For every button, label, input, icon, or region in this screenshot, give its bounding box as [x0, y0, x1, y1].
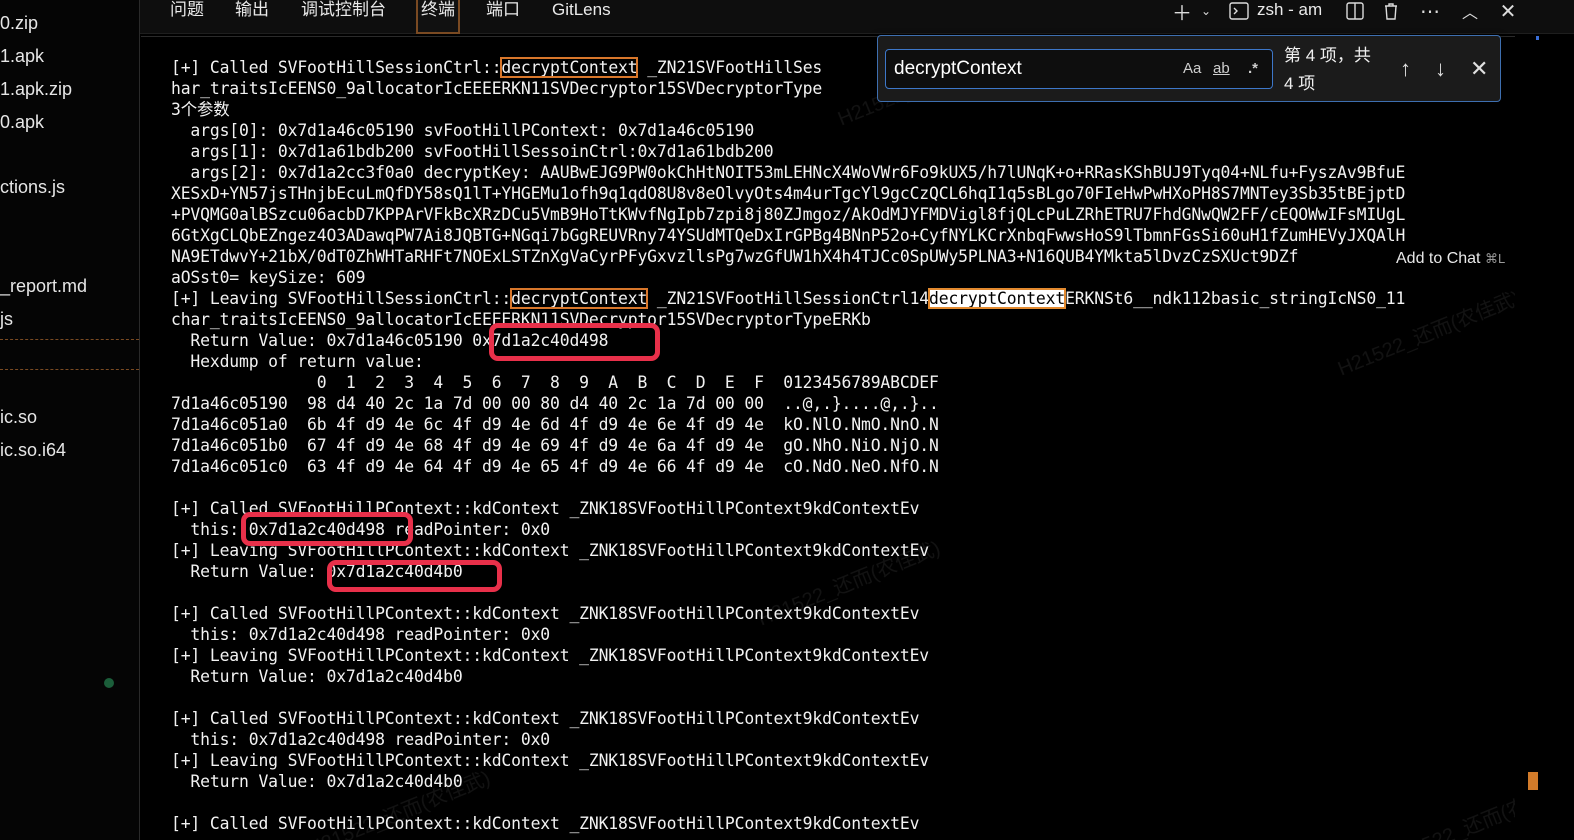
terminal-line: 3个参数: [171, 100, 230, 119]
explorer-file[interactable]: 1.apk.zip: [0, 79, 72, 100]
annotation-box: [241, 512, 413, 546]
terminal-line: args[2]: 0x7d1a2cc3f0a0 decryptKey: AAUB…: [171, 163, 1406, 182]
explorer-divider: [0, 369, 139, 370]
search-match-highlight: decryptContext: [500, 57, 639, 78]
add-to-chat-shortcut: ⌘L: [1484, 251, 1506, 266]
find-count-line2: 4 项: [1284, 74, 1316, 93]
explorer-divider: [0, 339, 139, 340]
annotation-box: [489, 323, 660, 361]
explorer-file[interactable]: 0.zip: [0, 13, 38, 34]
terminal-line: 7d1a46c051c0 63 4f d9 4e 64 4f d9 4e 65 …: [171, 457, 939, 476]
find-widget: Aa ab .* 第 4 项，共 4 项 ↑ ↓ ✕: [877, 35, 1501, 102]
terminal-line: [+] Leaving SVFootHillPContext::kdContex…: [171, 751, 930, 770]
explorer-file[interactable]: ctions.js: [0, 177, 65, 198]
terminal-line: Return Value: 0x7d1a46c05190 0x7d1a2c40d…: [171, 331, 609, 350]
explorer-file[interactable]: 0.apk: [0, 112, 44, 133]
match-case-toggle[interactable]: Aa: [1183, 60, 1201, 77]
vscode-window: 0.zip 1.apk 1.apk.zip 0.apk ctions.js _r…: [0, 0, 1574, 840]
tab-output[interactable]: 输出: [235, 0, 269, 34]
tab-debug-console[interactable]: 调试控制台: [301, 0, 386, 34]
terminal-line: args[1]: 0x7d1a61bdb200 svFootHillSessoi…: [171, 142, 774, 161]
add-to-chat-label: Add to Chat: [1396, 250, 1481, 267]
terminal-line: [+] Called SVFootHillPContext::kdContext…: [171, 709, 920, 728]
terminal-line: args[0]: 0x7d1a46c05190 svFootHillPConte…: [171, 121, 755, 140]
terminal-icon: [1227, 0, 1251, 22]
terminal-line: [+] Leaving SVFootHillPContext::kdContex…: [171, 646, 930, 665]
explorer-file[interactable]: ic.so: [0, 407, 37, 428]
terminal-selector[interactable]: zsh - am: [1257, 0, 1322, 20]
split-terminal-icon[interactable]: [1343, 0, 1367, 22]
next-match-icon[interactable]: ↓: [1435, 56, 1446, 82]
terminal-line: NA9ETdwvY+21bX/0dT0ZhWHTaRHFt7NOExLSTZnX…: [171, 247, 1299, 266]
terminal-line: 7d1a46c05190 98 d4 40 2c 1a 7d 00 00 80 …: [171, 394, 939, 413]
new-terminal-icon[interactable]: ＋: [1170, 0, 1194, 25]
terminal-scrollbar[interactable]: [1516, 36, 1574, 840]
terminal-output: [+] Called SVFootHillSessionCtrl::decryp…: [171, 57, 1405, 834]
terminal-line: XESxD+YN57jsTHnjbEcuLmQfDY58sQ1lT+YHGEMu…: [171, 184, 1406, 203]
terminal-line: 0 1 2 3 4 5 6 7 8 9 A B C D E F 01234567…: [171, 373, 939, 392]
tab-problems[interactable]: 问题: [170, 0, 204, 34]
terminal-line: Return Value: 0x7d1a2c40d4b0: [171, 772, 463, 791]
regex-toggle[interactable]: .*: [1248, 60, 1258, 77]
whole-word-toggle[interactable]: ab: [1213, 60, 1230, 77]
find-count-line1: 第 4 项，共: [1284, 46, 1371, 65]
search-match-highlight: decryptContext: [928, 288, 1067, 309]
file-explorer: 0.zip 1.apk 1.apk.zip 0.apk ctions.js _r…: [0, 0, 139, 840]
terminal-line: 7d1a46c051a0 6b 4f d9 4e 6c 4f d9 4e 6d …: [171, 415, 939, 434]
previous-match-icon[interactable]: ↑: [1400, 56, 1411, 82]
terminal-line: this: 0x7d1a2c40d498 readPointer: 0x0: [171, 730, 551, 749]
terminal-line: Return Value: 0x7d1a2c40d4b0: [171, 667, 463, 686]
tab-gitlens[interactable]: GitLens: [552, 0, 611, 34]
sidebar-divider: [139, 0, 140, 840]
explorer-file[interactable]: 1.apk: [0, 46, 44, 67]
annotation-box: [327, 560, 502, 592]
terminal-line: +PVQMG0alBSzcu06acbD7KPPArVFkBcXRzDCu5Vm…: [171, 205, 1406, 224]
explorer-file[interactable]: js: [0, 309, 13, 330]
explorer-file[interactable]: _report.md: [0, 276, 87, 297]
terminal-view[interactable]: [+] Called SVFootHillSessionCtrl::decryp…: [141, 36, 1515, 840]
explorer-file[interactable]: ic.so.i64: [0, 440, 66, 461]
add-to-chat-button[interactable]: Add to Chat ⌘L: [1394, 250, 1508, 268]
chevron-down-icon[interactable]: ⌄: [1198, 0, 1214, 22]
scroll-indicator: [1536, 36, 1539, 40]
tab-terminal[interactable]: 终端: [416, 0, 460, 34]
terminal-line: [+] Leaving SVFootHillSessionCtrl::decry…: [171, 288, 1406, 309]
close-panel-icon[interactable]: ✕: [1496, 0, 1520, 23]
terminal-line: 6GtXgCLQbEZngez4O3ADawqPW7Ai8JQBTG+NGqi7…: [171, 226, 1406, 245]
terminal-line: 7d1a46c051b0 67 4f d9 4e 68 4f d9 4e 69 …: [171, 436, 939, 455]
terminal-line: this: 0x7d1a2c40d498 readPointer: 0x0: [171, 625, 551, 644]
find-result-count: 第 4 项，共 4 项: [1284, 42, 1394, 98]
scrollbar-match-marker: [1528, 772, 1538, 790]
trash-icon[interactable]: [1379, 0, 1403, 22]
terminal-line: Hexdump of return value:: [171, 352, 424, 371]
terminal-line: aOSst0= keySize: 609: [171, 268, 366, 287]
maximize-panel-icon[interactable]: ︿: [1458, 0, 1482, 22]
tab-ports[interactable]: 端口: [486, 0, 520, 34]
panel-tab-bar: 问题 输出 调试控制台 终端 端口 GitLens ＋ ⌄ zsh - am ⋯…: [140, 0, 1574, 34]
close-find-icon[interactable]: ✕: [1470, 56, 1488, 82]
more-actions-icon[interactable]: ⋯: [1418, 0, 1442, 23]
terminal-line: char_traitsIcEENS0_9allocatorIcEEEERKN11…: [171, 310, 871, 329]
search-match-highlight: decryptContext: [510, 288, 649, 309]
status-dot: [104, 678, 114, 688]
